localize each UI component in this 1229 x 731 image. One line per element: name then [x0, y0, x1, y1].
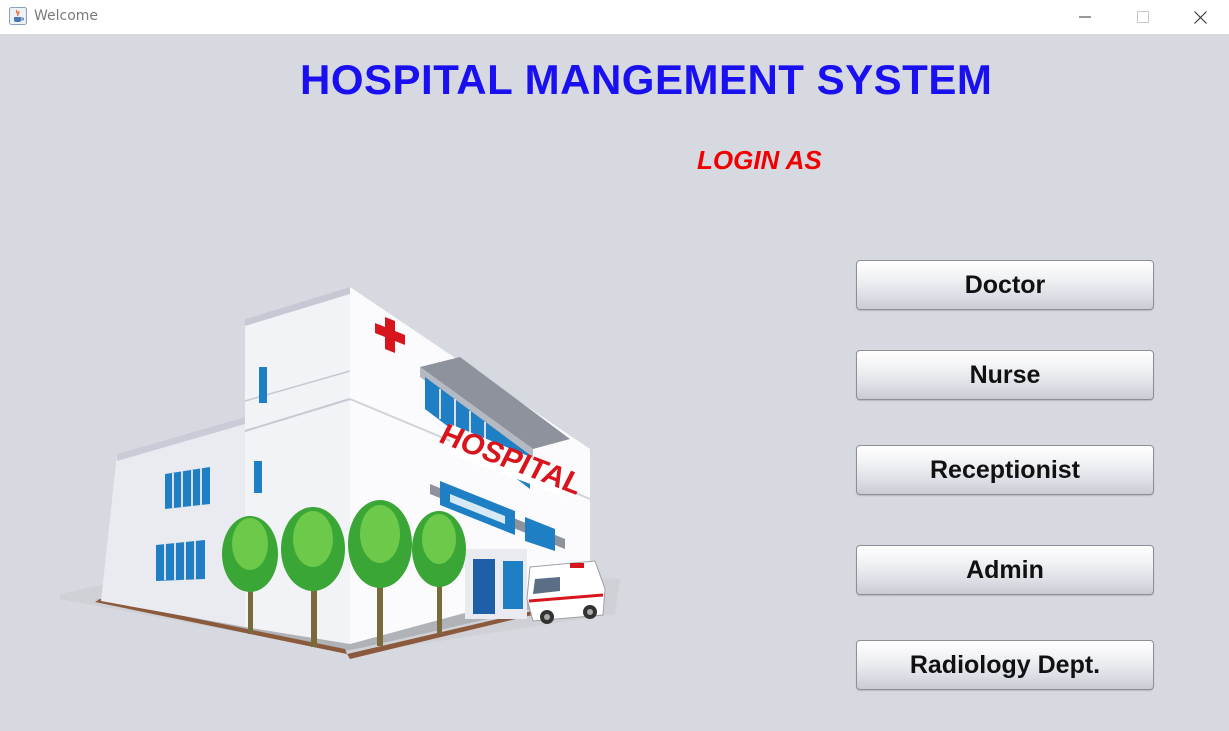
admin-button[interactable]: Admin [856, 545, 1154, 595]
doctor-button[interactable]: Doctor [856, 260, 1154, 310]
window-title: Welcome [34, 8, 99, 24]
close-button[interactable] [1171, 0, 1229, 34]
ambulance-illustration [526, 560, 606, 624]
radiology-dept-button[interactable]: Radiology Dept. [856, 640, 1154, 690]
page-title: HOSPITAL MANGEMENT SYSTEM [300, 56, 993, 103]
receptionist-button[interactable]: Receptionist [856, 445, 1154, 495]
maximize-icon [1137, 11, 1149, 23]
minimize-button[interactable] [1056, 0, 1114, 34]
maximize-button[interactable] [1114, 0, 1172, 34]
welcome-panel: HOSPITAL MANGEMENT SYSTEM LOGIN AS HOSPI… [0, 34, 1229, 731]
hospital-building-illustration: HOSPITAL [60, 287, 620, 659]
java-cup-icon [9, 7, 27, 25]
close-icon [1193, 10, 1207, 24]
window-titlebar: Welcome [0, 0, 1229, 34]
nurse-button[interactable]: Nurse [856, 350, 1154, 400]
minimize-icon [1079, 16, 1091, 18]
login-as-label: LOGIN AS [697, 145, 822, 175]
